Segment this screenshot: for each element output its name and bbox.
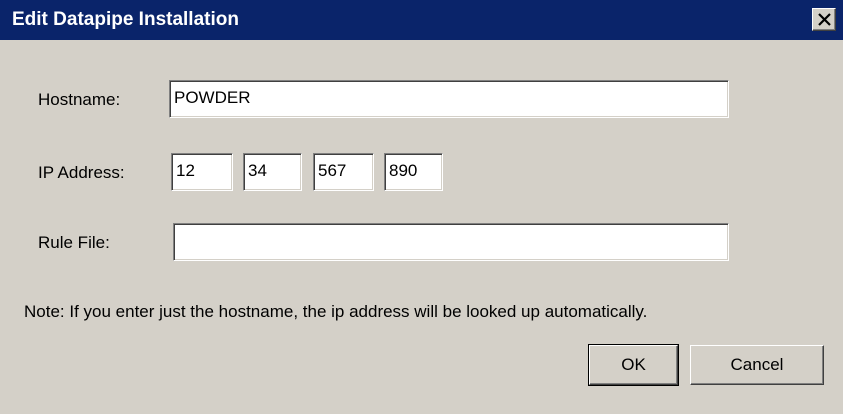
close-button[interactable] xyxy=(812,8,836,31)
rule-file-field[interactable] xyxy=(173,223,729,261)
hostname-field[interactable]: POWDER xyxy=(169,80,729,118)
title-bar[interactable]: Edit Datapipe Installation xyxy=(0,0,843,40)
hostname-label: Hostname: xyxy=(38,90,121,109)
rule-file-label: Rule File: xyxy=(38,233,110,252)
dialog-title: Edit Datapipe Installation xyxy=(12,9,239,30)
hostname-lookup-note: Note: If you enter just the hostname, th… xyxy=(24,302,648,321)
close-icon xyxy=(818,13,831,26)
ip-octet-2-field[interactable]: 34 xyxy=(243,153,302,191)
ip-address-label: IP Address: xyxy=(38,163,125,182)
ip-octet-4-field[interactable]: 890 xyxy=(384,153,443,191)
cancel-button[interactable]: Cancel xyxy=(690,345,824,385)
edit-datapipe-dialog: Edit Datapipe Installation Hostname: POW… xyxy=(0,0,843,414)
ip-octet-1-field[interactable]: 12 xyxy=(171,153,233,191)
ok-button[interactable]: OK xyxy=(588,344,679,386)
ip-octet-3-field[interactable]: 567 xyxy=(313,153,374,191)
